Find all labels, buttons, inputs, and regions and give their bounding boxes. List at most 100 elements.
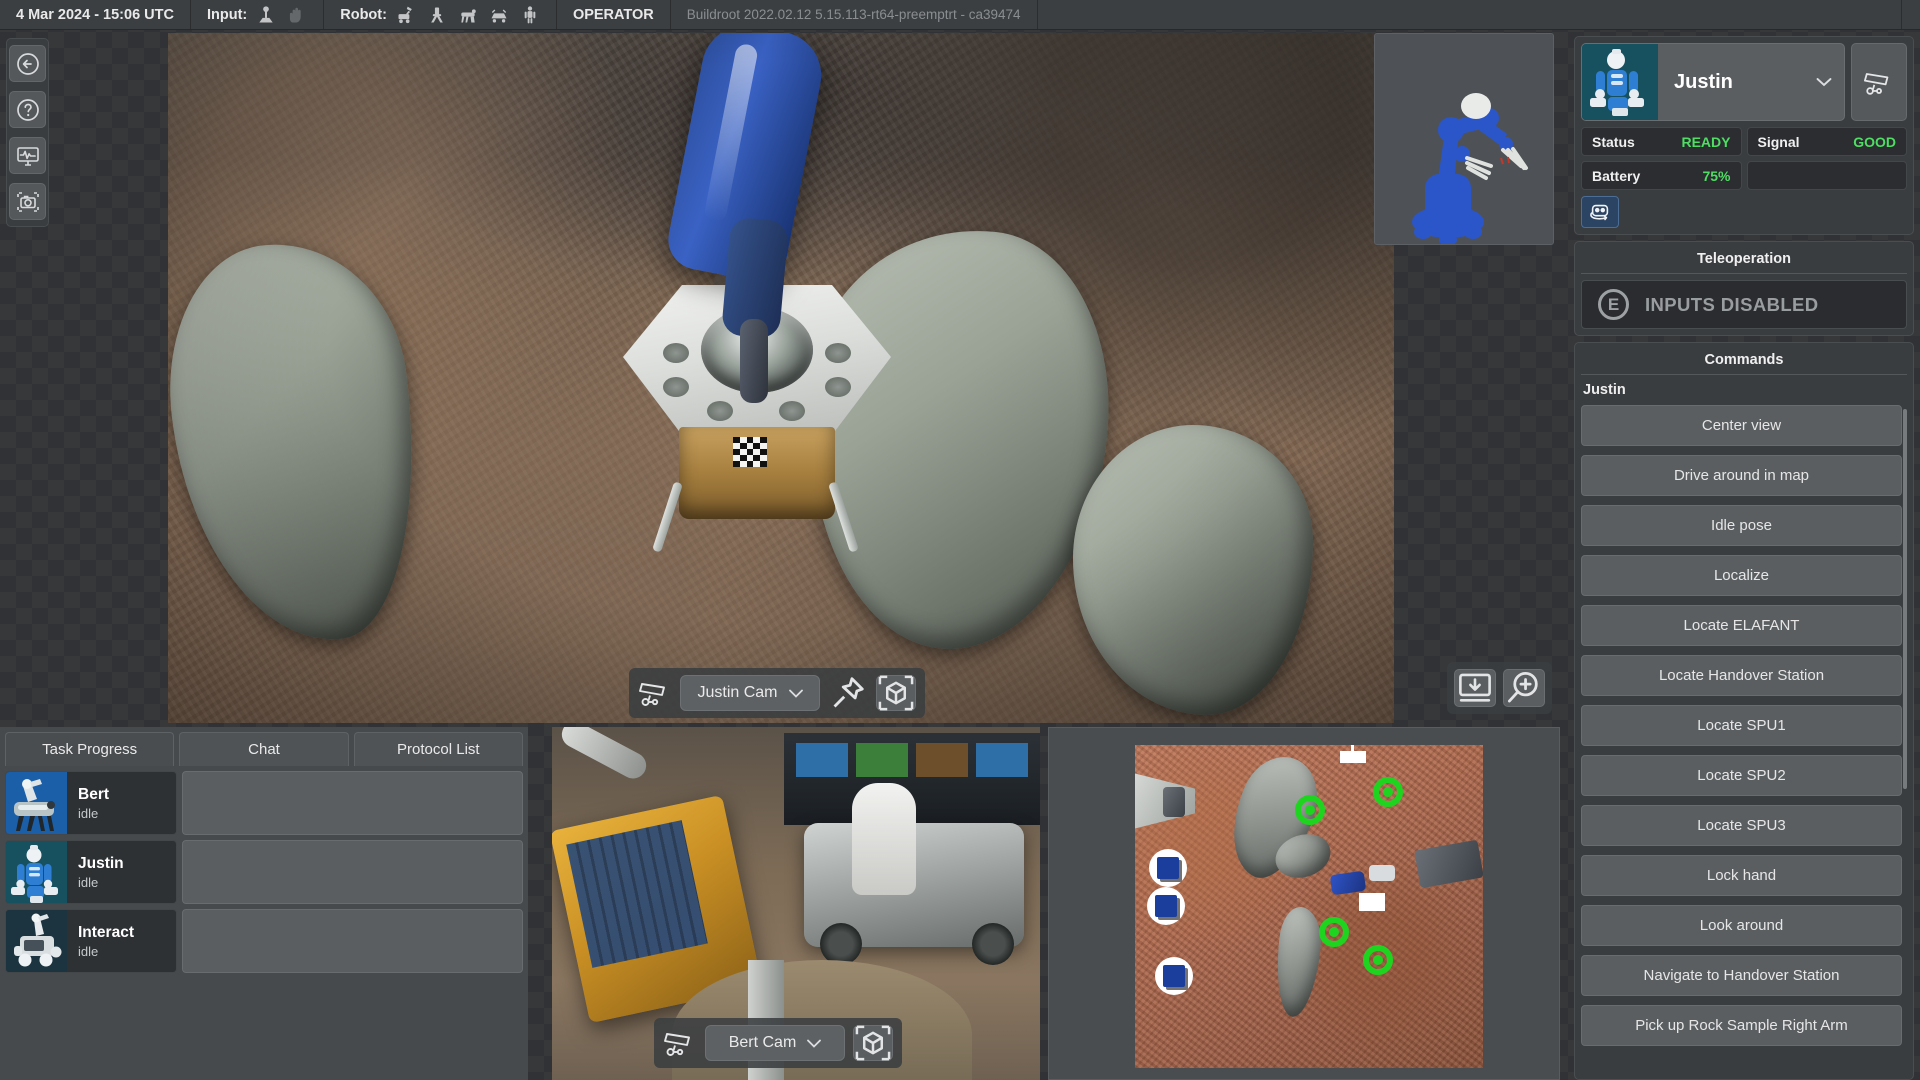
build-version: Buildroot 2022.02.12 5.15.113-rt64-preem… [671,0,1038,29]
map-bert-marker[interactable] [1329,870,1367,896]
download-frame-icon [1459,673,1491,702]
chevron-down-icon [1816,78,1832,87]
screenshot-button[interactable] [9,183,46,220]
task-progress-bar-bert[interactable] [182,771,523,835]
robot-reset-button[interactable] [1581,196,1619,228]
command-button-locate-handover-station[interactable]: Locate Handover Station [1581,655,1902,696]
command-button-drive-around-in-map[interactable]: Drive around in map [1581,455,1902,496]
robot-selector[interactable]: Justin [1581,43,1845,121]
robot-icon-list [396,5,540,25]
map-panel[interactable] [1048,727,1560,1080]
main-camera-view[interactable] [168,33,1394,723]
robot-row-justin[interactable]: Justin idle [5,840,177,904]
humanoid-robot-avatar [6,841,67,903]
table-row[interactable]: Justin idle [5,840,523,904]
quadruped-icon[interactable] [458,5,478,25]
cctv-camera-icon [638,678,672,708]
command-button-locate-spu2[interactable]: Locate SPU2 [1581,755,1902,796]
command-button-navigate-to-handover-station[interactable]: Navigate to Handover Station [1581,955,1902,996]
command-button-locate-spu1[interactable]: Locate SPU1 [1581,705,1902,746]
input-icon-list [256,5,307,25]
table-row[interactable]: Bert idle [5,771,523,835]
main-camera-source-label: Justin Cam [697,684,778,701]
tab-chat[interactable]: Chat [179,732,349,766]
help-button[interactable] [9,91,46,128]
teleoperation-status[interactable]: E INPUTS DISABLED [1581,280,1907,329]
tab-task-progress[interactable]: Task Progress [5,732,175,766]
joystick-icon[interactable] [256,5,276,25]
map-spu1-marker[interactable] [1149,849,1187,887]
teleoperation-card: Teleoperation E INPUTS DISABLED [1574,241,1914,336]
build-version-text: Buildroot 2022.02.12 5.15.113-rt64-preem… [686,7,1021,22]
diagnostics-button[interactable] [9,137,46,174]
robot-camera-button[interactable] [1851,43,1907,121]
console-screen-2 [856,743,908,777]
right-panel: Justin Status READY Signal GOOD Battery … [1568,30,1920,1080]
command-button-center-view[interactable]: Center view [1581,405,1902,446]
command-button-localize[interactable]: Localize [1581,555,1902,596]
lander-icon[interactable] [427,5,447,25]
haptic-glove-icon[interactable] [287,5,307,25]
robot-row-bert[interactable]: Bert idle [5,771,177,835]
command-button-locate-spu3[interactable]: Locate SPU3 [1581,805,1902,846]
operator-role-badge: OPERATOR [557,0,671,29]
robot-row-meta: Interact idle [78,924,134,959]
task-progress-bar-justin[interactable] [182,840,523,904]
robot-row-name: Bert [78,785,110,803]
map-target-4[interactable] [1363,945,1393,975]
zoom-in-button[interactable] [1503,669,1545,707]
robot-row-state: idle [78,943,99,959]
table-row[interactable]: Interact idle [5,909,523,973]
map-justin-marker[interactable] [1369,865,1395,881]
commands-list[interactable]: Center view Drive around in map Idle pos… [1581,405,1907,1079]
map-target-2[interactable] [1373,777,1403,807]
astronaut-figure [852,783,916,895]
command-button-locate-elafant[interactable]: Locate ELAFANT [1581,605,1902,646]
tab-protocol-list[interactable]: Protocol List [353,732,523,766]
status-key: Status [1592,133,1635,150]
commands-title: Commands [1581,349,1907,375]
spu-badge-icon [1155,895,1177,917]
bert-camera-3d-toggle[interactable] [853,1025,893,1061]
commands-scrollbar[interactable] [1903,409,1907,789]
robot-row-name: Justin [78,854,124,872]
map-target-1[interactable] [1295,795,1325,825]
command-button-lock-hand[interactable]: Lock hand [1581,855,1902,896]
selected-robot-name: Justin [1674,70,1733,93]
humanoid-icon[interactable] [520,5,540,25]
console-screen-1 [796,743,848,777]
teleoperation-status-text: INPUTS DISABLED [1645,293,1819,315]
map-view[interactable] [1135,745,1483,1068]
rover-icon[interactable] [489,5,509,25]
magnifier-plus-icon [1508,672,1538,703]
command-button-pick-up-rock-sample-right-arm[interactable]: Pick up Rock Sample Right Arm [1581,1005,1902,1046]
map-spu3-marker[interactable] [1155,957,1193,995]
command-button-idle-pose[interactable]: Idle pose [1581,505,1902,546]
robot-row-state: idle [78,805,99,821]
map-rover-marker[interactable] [1414,839,1483,889]
save-frame-button[interactable] [1454,669,1496,707]
task-progress-rows: Bert idle Justin idle Interact idle [0,766,528,978]
datetime-display: 4 Mar 2024 - 15:06 UTC [0,0,191,29]
pin-camera-button[interactable] [828,675,868,711]
cctv-camera-icon [663,1028,697,1058]
datetime-text: 4 Mar 2024 - 15:06 UTC [16,6,174,23]
status-value: READY [1681,133,1731,150]
battery-key: Battery [1592,167,1641,184]
bert-camera-source-dropdown[interactable]: Bert Cam [705,1025,845,1061]
signal-value: GOOD [1853,133,1896,150]
task-progress-bar-interact[interactable] [182,909,523,973]
rover-wheel-right [972,923,1014,965]
map-spu2-marker[interactable] [1147,887,1185,925]
robot-3d-preview[interactable] [1374,33,1554,245]
command-button-look-around[interactable]: Look around [1581,905,1902,946]
map-target-3[interactable] [1319,917,1349,947]
main-camera-3d-toggle[interactable] [876,675,916,711]
robot-row-interact[interactable]: Interact idle [5,909,177,973]
chevron-down-icon [788,689,803,698]
back-button[interactable] [9,45,46,82]
rover-arm-icon[interactable] [396,5,416,25]
main-camera-source-dropdown[interactable]: Justin Cam [680,675,820,711]
robot-3d-model [1375,34,1553,244]
robot-row-state: idle [78,874,99,890]
